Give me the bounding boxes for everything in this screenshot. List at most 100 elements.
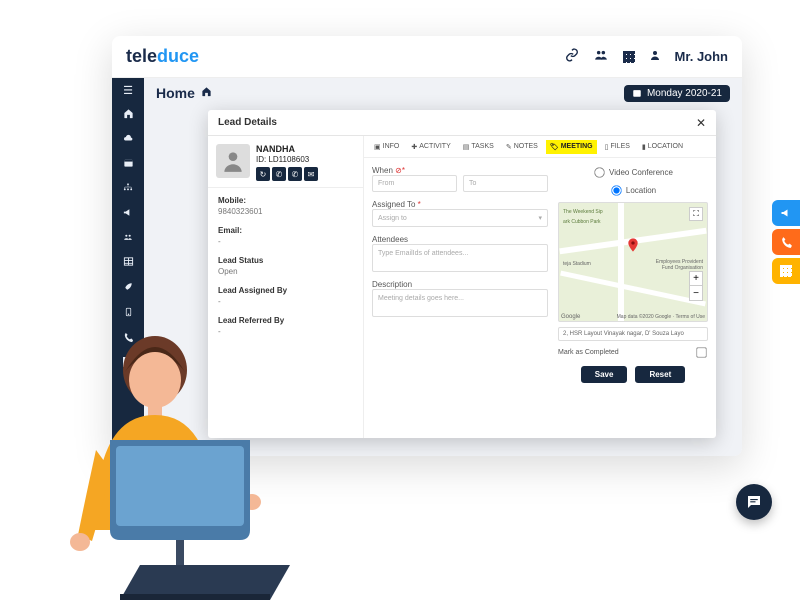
app-window: teleduce Mr. John ☰	[112, 36, 742, 456]
status-label: Lead Status	[218, 256, 353, 265]
assignedto-label: Assigned To	[372, 200, 415, 209]
apps-grid-icon[interactable]	[623, 51, 635, 63]
username[interactable]: Mr. John	[675, 49, 728, 64]
map-label: Employees Provident Fund Organisation	[643, 259, 703, 271]
modal-header: Lead Details ✕	[208, 110, 716, 136]
when-label: When	[372, 166, 393, 175]
tab-location[interactable]: ▮ LOCATION	[638, 140, 687, 154]
mobile-value: 9840323601	[218, 207, 353, 216]
attendees-input[interactable]: Type EmailIds of attendees...	[372, 244, 548, 272]
users-icon[interactable]	[593, 48, 609, 65]
brand-part2: duce	[157, 46, 199, 66]
whatsapp-chip-icon[interactable]: ✆	[272, 167, 286, 181]
calendar-badge-icon	[632, 88, 642, 98]
map-logo: Google	[561, 314, 580, 320]
home-breadcrumb-icon[interactable]	[201, 86, 212, 100]
fab-megaphone-icon[interactable]	[772, 200, 800, 226]
email-label: Email:	[218, 226, 353, 235]
tabs: ▣ INFO ✚ ACTIVITY ▤ TASKS ✎ NOTES 🏷 MEET…	[364, 136, 716, 158]
page-title: Home	[156, 85, 195, 101]
lead-card: NANDHA ID: LD1108603 ↻ ✆ ✆ ✉	[208, 136, 363, 188]
link-icon[interactable]	[565, 48, 579, 65]
sidebar: ☰	[112, 78, 144, 456]
content-area: Home Monday 2020-21 Lead Details ✕	[144, 78, 742, 456]
chat-fab[interactable]	[736, 484, 772, 520]
tab-files[interactable]: ▯ FILES	[601, 140, 634, 154]
map-label: ark Cubbon Park	[563, 219, 601, 225]
avatar	[216, 144, 250, 178]
to-input[interactable]: To	[463, 175, 548, 192]
reset-button[interactable]: Reset	[635, 366, 685, 383]
status-value: Open	[218, 267, 353, 276]
grid-icon[interactable]	[123, 357, 133, 367]
rocket-icon[interactable]	[123, 281, 134, 295]
referredby-label: Lead Referred By	[218, 316, 353, 325]
tab-notes[interactable]: ✎ NOTES	[502, 140, 542, 154]
assignedby-value: -	[218, 297, 353, 306]
megaphone-icon[interactable]	[122, 207, 134, 221]
lead-info: NANDHA ID: LD1108603 ↻ ✆ ✆ ✉	[256, 144, 318, 181]
description-input[interactable]: Meeting details goes here...	[372, 289, 548, 317]
save-button[interactable]: Save	[581, 366, 628, 383]
fab-grid-icon[interactable]	[772, 258, 800, 284]
call-chip-icon[interactable]: ✆	[288, 167, 302, 181]
action-chips: ↻ ✆ ✆ ✉	[256, 167, 318, 181]
description-label: Description	[372, 280, 548, 289]
lead-details-modal: Lead Details ✕ NANDHA ID: LD1108603 ↻	[208, 110, 716, 438]
group-icon[interactable]	[122, 232, 134, 245]
mobile-label: Mobile:	[218, 196, 353, 205]
calendar-icon[interactable]	[123, 157, 134, 171]
mobile-icon[interactable]	[124, 306, 133, 321]
map-label: The Weekend Sip	[563, 209, 603, 215]
brand-logo: teleduce	[126, 46, 199, 67]
phone-icon[interactable]	[123, 332, 134, 346]
mark-complete-label: Mark as Completed	[558, 349, 619, 356]
tab-activity[interactable]: ✚ ACTIVITY	[407, 140, 454, 154]
close-icon[interactable]: ✕	[696, 116, 706, 130]
lead-summary-column: NANDHA ID: LD1108603 ↻ ✆ ✆ ✉ Mobile: 9840…	[208, 136, 364, 438]
detail-column: ▣ INFO ✚ ACTIVITY ▤ TASKS ✎ NOTES 🏷 MEET…	[364, 136, 716, 438]
org-icon[interactable]	[122, 182, 134, 196]
menu-icon[interactable]: ☰	[123, 84, 133, 97]
email-value: -	[218, 237, 353, 246]
zoom-out[interactable]: −	[690, 286, 702, 300]
fullscreen-icon[interactable]: ⛶	[689, 207, 703, 221]
date-badge[interactable]: Monday 2020-21	[624, 85, 730, 102]
tab-tasks[interactable]: ▤ TASKS	[459, 140, 498, 154]
referredby-value: -	[218, 327, 353, 336]
brand-part1: tele	[126, 46, 157, 66]
home-icon[interactable]	[123, 108, 134, 122]
date-text: Monday 2020-21	[647, 88, 722, 99]
map-label: teja Stadium	[563, 261, 591, 267]
fab-phone-icon[interactable]	[772, 229, 800, 255]
breadcrumb: Home Monday 2020-21	[144, 78, 742, 108]
tab-meeting[interactable]: 🏷 MEETING	[546, 140, 597, 154]
location-panel: Video Conference Location The Weekend Si…	[558, 166, 708, 430]
from-input[interactable]: From	[372, 175, 457, 192]
side-fabs	[772, 200, 800, 287]
chevron-down-icon: ▾	[538, 214, 542, 222]
map-credit: Map data ©2020 Google · Terms of Use	[617, 314, 705, 320]
assignedby-label: Lead Assigned By	[218, 286, 353, 295]
location-radio[interactable]: Location	[558, 184, 708, 197]
assignedto-select[interactable]: Assign to▾	[372, 209, 548, 227]
refresh-chip-icon[interactable]: ↻	[256, 167, 270, 181]
tab-body: When ⊘* From To Assigned To * Assign to▾	[364, 158, 716, 438]
modal-body: NANDHA ID: LD1108603 ↻ ✆ ✆ ✉ Mobile: 9840…	[208, 136, 716, 438]
map[interactable]: The Weekend Sip ark Cubbon Park teja Sta…	[558, 202, 708, 322]
lead-name: NANDHA	[256, 144, 318, 154]
cloud-icon[interactable]	[122, 133, 134, 146]
topbar-right: Mr. John	[565, 48, 728, 65]
mark-complete-checkbox[interactable]	[696, 347, 706, 357]
zoom-controls: +−	[689, 271, 703, 301]
user-icon[interactable]	[649, 48, 661, 65]
lead-fields: Mobile: 9840323601 Email: - Lead Status Ope…	[208, 188, 363, 344]
tab-info[interactable]: ▣ INFO	[370, 140, 403, 154]
address-input[interactable]: 2, HSR Layout Vinayak nagar, D' Souza La…	[558, 327, 708, 341]
zoom-in[interactable]: +	[690, 272, 702, 286]
table-icon[interactable]	[123, 256, 134, 270]
map-pin-icon	[625, 237, 641, 255]
videoconf-radio[interactable]: Video Conference	[558, 166, 708, 179]
email-chip-icon[interactable]: ✉	[304, 167, 318, 181]
modal-title: Lead Details	[218, 117, 277, 128]
